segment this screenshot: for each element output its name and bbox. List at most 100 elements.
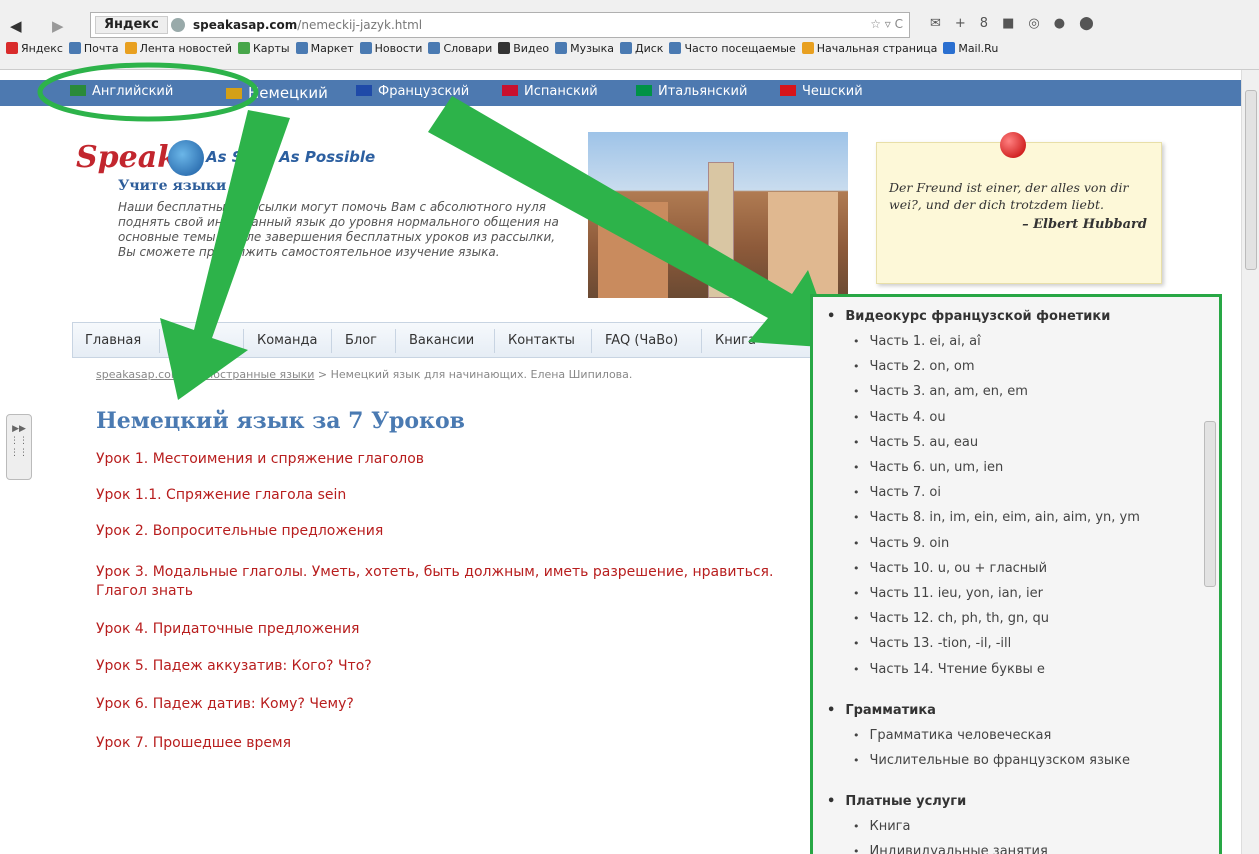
logo-globe-icon xyxy=(168,140,204,176)
outline-item[interactable]: Часть 3. an, am, en, em xyxy=(853,384,1028,399)
bookmark-label: Новости xyxy=(374,42,423,55)
lesson-link-1[interactable]: Урок 1. Местоимения и спряжение глаголов xyxy=(96,450,424,469)
mail-icon[interactable]: ✉ xyxy=(930,16,955,31)
outline-section-title[interactable]: Платные услуги xyxy=(827,794,966,809)
outline-item[interactable]: Часть 1. ei, ai, aî xyxy=(853,334,981,349)
lesson-link-1-1[interactable]: Урок 1.1. Спряжение глагола sein xyxy=(96,486,346,505)
breadcrumb-current: > Немецкий язык для начинающих. Елена Ши… xyxy=(314,368,633,381)
bookmark-item[interactable]: Новости xyxy=(359,42,423,55)
bookmark-icon xyxy=(6,42,18,54)
abp-icon[interactable]: ⬤ xyxy=(1079,16,1108,31)
menu-item[interactable]: Блог xyxy=(345,333,377,348)
lesson-link-2[interactable]: Урок 2. Вопросительные предложения xyxy=(96,522,383,541)
language-label: Английский xyxy=(92,84,174,99)
outline-item[interactable]: Часть 5. au, eau xyxy=(853,435,979,450)
language-link[interactable]: Английский xyxy=(70,84,173,99)
bookmark-item[interactable]: Яндекс xyxy=(6,42,63,55)
outline-section-title[interactable]: Видеокурс французской фонетики xyxy=(827,309,1110,324)
language-link[interactable]: Чешский xyxy=(780,84,863,99)
lesson-link-5[interactable]: Урок 5. Падеж аккузатив: Кого? Что? xyxy=(96,657,372,676)
page-scroll-thumb[interactable] xyxy=(1245,90,1257,270)
outline-item[interactable]: Часть 6. un, um, ien xyxy=(853,460,1004,475)
outline-item[interactable]: Часть 2. on, om xyxy=(853,359,975,374)
bookmark-item[interactable]: Mail.Ru xyxy=(943,42,998,55)
menu-item[interactable]: FAQ (ЧаВо) xyxy=(605,333,678,348)
breadcrumb-home[interactable]: speakasap.com xyxy=(96,368,182,381)
menu-item[interactable]: Команда xyxy=(257,333,317,348)
outline-item[interactable]: Индивидуальные занятия xyxy=(853,844,1048,854)
lesson-link-6[interactable]: Урок 6. Падеж датив: Кому? Чему? xyxy=(96,695,354,714)
outline-item[interactable]: Часть 9. oin xyxy=(853,536,950,551)
bookmark-item[interactable]: Почта xyxy=(68,42,119,55)
menu-separator xyxy=(701,329,702,353)
address-bar-icons[interactable]: ☆ ▿ C xyxy=(870,17,903,31)
language-link[interactable]: Немецкий xyxy=(226,84,328,102)
outline-item[interactable]: Часть 12. ch, ph, th, gn, qu xyxy=(853,611,1049,626)
lesson-link-4[interactable]: Урок 4. Придаточные предложения xyxy=(96,620,359,639)
lesson-link-3-cont[interactable]: Глагол знать xyxy=(96,582,193,601)
bookmark-label: Часто посещаемые xyxy=(684,42,796,55)
site-globe-icon xyxy=(171,18,185,32)
breadcrumb-section[interactable]: Иностранные языки xyxy=(198,368,315,381)
bookmark-item[interactable]: Часто посещаемые xyxy=(669,42,796,55)
lesson-link-3[interactable]: Урок 3. Модальные глаголы. Уметь, хотеть… xyxy=(96,563,816,582)
breadcrumb: speakasap.com > Иностранные языки > Неме… xyxy=(96,368,633,381)
learn-title: Учите языки xyxy=(118,178,227,194)
bookmark-item[interactable]: Лента новостей xyxy=(124,42,232,55)
bookmark-icon xyxy=(295,42,308,54)
menu-item[interactable]: Контакты xyxy=(508,333,575,348)
lesson-link-7[interactable]: Урок 7. Прошедшее время xyxy=(96,734,291,753)
menu-item[interactable]: Книга xyxy=(715,333,756,348)
language-link[interactable]: Французский xyxy=(356,84,469,99)
bookmark-item[interactable]: Музыка xyxy=(555,42,614,55)
plugin-icon[interactable]: ■ xyxy=(1002,16,1028,31)
outline-item[interactable]: Часть 11. ieu, yon, ian, ier xyxy=(853,586,1044,601)
outline-item[interactable]: Грамматика человеческая xyxy=(853,728,1052,743)
menu-item[interactable]: Вакансии xyxy=(409,333,474,348)
outline-item[interactable]: Книга xyxy=(853,819,911,834)
search-icon[interactable]: ● xyxy=(1054,16,1079,31)
outline-item[interactable]: Часть 14. Чтение буквы e xyxy=(853,662,1045,677)
panel-scrollbar[interactable] xyxy=(1203,301,1217,853)
url-path: /nemeckij-jazyk.html xyxy=(297,18,423,32)
outline-item[interactable]: Часть 13. -tion, -il, -ill xyxy=(853,636,1012,651)
address-bar[interactable]: Яндекс speakasap.com/nemeckij-jazyk.html… xyxy=(90,12,910,38)
flag-icon xyxy=(356,85,372,96)
menu-separator xyxy=(494,329,495,353)
menu-item[interactable]: О нас xyxy=(173,333,211,348)
page-scrollbar[interactable] xyxy=(1241,70,1259,854)
yandex-badge[interactable]: Яндекс xyxy=(95,16,168,34)
url-text[interactable]: speakasap.com/nemeckij-jazyk.html xyxy=(193,18,422,32)
extension-icons[interactable]: ✉+8■◎●⬤ xyxy=(930,16,1108,31)
bookmark-icon xyxy=(428,42,441,54)
menu-item[interactable]: Главная xyxy=(85,333,141,348)
bookmark-label: Карты xyxy=(252,42,290,55)
bookmark-label: Почта xyxy=(83,42,119,55)
site-logo[interactable]: Speak xyxy=(76,140,178,175)
language-link[interactable]: Испанский xyxy=(502,84,598,99)
panel-scroll-thumb[interactable] xyxy=(1204,421,1216,587)
bookmark-label: Музыка xyxy=(570,42,614,55)
side-panel-tab[interactable]: ▶▶ ⋮⋮ ⋮⋮ xyxy=(6,414,32,480)
outline-item[interactable]: Часть 10. u, ou + гласный xyxy=(853,561,1048,576)
flag-icon xyxy=(502,85,518,96)
bookmark-item[interactable]: Маркет xyxy=(295,42,354,55)
bookmark-item[interactable]: Начальная страница xyxy=(801,42,937,55)
bookmark-item[interactable]: Диск xyxy=(620,42,663,55)
feed-icon[interactable]: ◎ xyxy=(1028,16,1053,31)
bookmark-item[interactable]: Словари xyxy=(428,42,492,55)
language-link[interactable]: Итальянский xyxy=(636,84,747,99)
outline-item[interactable]: Часть 8. in, im, ein, eim, ain, aim, yn,… xyxy=(853,510,1140,525)
outline-item[interactable]: Часть 7. oi xyxy=(853,485,942,500)
outline-item[interactable]: Числительные во французском языке xyxy=(853,753,1130,768)
outline-item[interactable]: Часть 4. ou xyxy=(853,410,946,425)
back-arrow-icon[interactable]: ◀ xyxy=(10,17,22,35)
logo-tagline: As Soon As Possible xyxy=(206,148,376,166)
forward-arrow-icon[interactable]: ▶ xyxy=(52,17,64,35)
bookmark-item[interactable]: Видео xyxy=(498,42,549,55)
outline-section-title[interactable]: Грамматика xyxy=(827,703,936,718)
flag-icon xyxy=(636,85,652,96)
bookmark-label: Лента новостей xyxy=(139,42,232,55)
toolbar-counter[interactable]: +8 xyxy=(955,16,1002,31)
bookmark-item[interactable]: Карты xyxy=(237,42,290,55)
